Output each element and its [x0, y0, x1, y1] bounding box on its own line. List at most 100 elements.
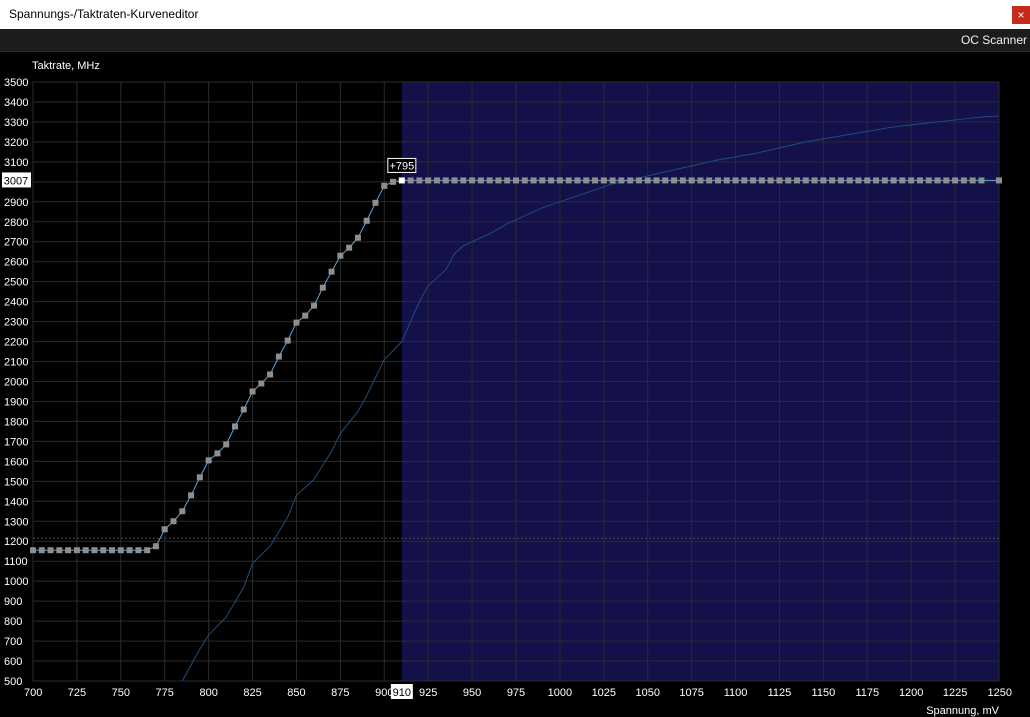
curve-point[interactable]	[600, 177, 607, 184]
curve-point[interactable]	[126, 547, 133, 554]
curve-point[interactable]	[381, 182, 388, 189]
curve-point[interactable]	[592, 177, 599, 184]
curve-point[interactable]	[829, 177, 836, 184]
curve-point[interactable]	[925, 177, 932, 184]
curve-point[interactable]	[495, 177, 502, 184]
curve-point[interactable]	[776, 177, 783, 184]
curve-point[interactable]	[319, 284, 326, 291]
curve-point[interactable]	[56, 547, 63, 554]
curve-point[interactable]	[390, 178, 397, 185]
curve-point[interactable]	[363, 217, 370, 224]
curve-point[interactable]	[960, 177, 967, 184]
curve-point[interactable]	[258, 380, 265, 387]
curve-point[interactable]	[65, 547, 72, 554]
curve-point[interactable]	[469, 177, 476, 184]
curve-point[interactable]	[30, 547, 36, 554]
curve-point[interactable]	[539, 177, 546, 184]
curve-point[interactable]	[354, 234, 361, 241]
close-button[interactable]: ×	[1012, 6, 1030, 24]
curve-point[interactable]	[109, 547, 116, 554]
curve-point[interactable]	[644, 177, 651, 184]
curve-point[interactable]	[302, 312, 309, 319]
curve-point[interactable]	[978, 177, 985, 184]
curve-point[interactable]	[785, 177, 792, 184]
curve-point[interactable]	[293, 319, 300, 326]
curve-point[interactable]	[635, 177, 642, 184]
curve-point[interactable]	[943, 177, 950, 184]
curve-point[interactable]	[170, 518, 177, 525]
curve-point[interactable]	[618, 177, 625, 184]
curve-point[interactable]	[530, 177, 537, 184]
curve-point[interactable]	[890, 177, 897, 184]
curve-point[interactable]	[275, 353, 282, 360]
curve-point[interactable]	[91, 547, 98, 554]
curve-point[interactable]	[706, 177, 713, 184]
curve-point[interactable]	[802, 177, 809, 184]
curve-point[interactable]	[152, 543, 159, 550]
curve-point[interactable]	[513, 177, 519, 184]
curve-point[interactable]	[442, 177, 449, 184]
curve-point[interactable]	[723, 177, 730, 184]
curve-point[interactable]	[837, 177, 844, 184]
curve-point[interactable]	[714, 177, 721, 184]
curve-point[interactable]	[609, 177, 616, 184]
curve-point[interactable]	[73, 547, 80, 554]
curve-point[interactable]	[328, 268, 335, 275]
curve-point[interactable]	[732, 177, 739, 184]
curve-point[interactable]	[741, 177, 748, 184]
curve-point[interactable]	[249, 388, 256, 395]
curve-point[interactable]	[855, 177, 862, 184]
curve-point[interactable]	[240, 406, 247, 413]
curve-point[interactable]	[416, 177, 423, 184]
curve-point[interactable]	[82, 547, 89, 554]
curve-point[interactable]	[486, 177, 493, 184]
curve-point[interactable]	[574, 177, 581, 184]
curve-point[interactable]	[969, 177, 976, 184]
curve-point[interactable]	[267, 371, 274, 378]
curve-point[interactable]	[231, 423, 238, 430]
selected-curve-point[interactable]	[398, 177, 405, 184]
curve-point[interactable]	[311, 302, 318, 309]
curve-point[interactable]	[679, 177, 686, 184]
curve-point[interactable]	[916, 177, 923, 184]
curve-point[interactable]	[460, 177, 467, 184]
curve-point[interactable]	[820, 177, 827, 184]
curve-point[interactable]	[205, 457, 212, 464]
curve-point[interactable]	[556, 177, 563, 184]
curve-point[interactable]	[284, 337, 291, 344]
curve-point[interactable]	[952, 177, 959, 184]
curve-point[interactable]	[627, 177, 634, 184]
oc-scanner-button[interactable]: OC Scanner	[961, 33, 1027, 47]
curve-point[interactable]	[47, 547, 54, 554]
curve-point[interactable]	[117, 547, 124, 554]
curve-point[interactable]	[653, 177, 660, 184]
curve-point[interactable]	[750, 177, 757, 184]
curve-point[interactable]	[908, 177, 915, 184]
curve-point[interactable]	[864, 177, 871, 184]
curve-point[interactable]	[565, 177, 572, 184]
curve-point[interactable]	[846, 177, 853, 184]
curve-point[interactable]	[881, 177, 888, 184]
curve-point[interactable]	[767, 177, 774, 184]
curve-point[interactable]	[521, 177, 528, 184]
curve-point[interactable]	[188, 492, 195, 499]
curve-point[interactable]	[407, 177, 414, 184]
voltage-frequency-curve-chart[interactable]: Taktrate, MHz Spannung, mV 500 600 700 800 9…	[0, 52, 1030, 717]
curve-point[interactable]	[697, 177, 704, 184]
curve-point[interactable]	[372, 199, 379, 206]
curve-point[interactable]	[214, 450, 221, 457]
curve-point[interactable]	[671, 177, 678, 184]
curve-point[interactable]	[451, 177, 458, 184]
curve-point[interactable]	[794, 177, 801, 184]
curve-point[interactable]	[161, 526, 168, 533]
curve-point[interactable]	[425, 177, 432, 184]
curve-point[interactable]	[662, 177, 669, 184]
curve-point[interactable]	[135, 547, 142, 554]
curve-point[interactable]	[433, 177, 440, 184]
curve-point[interactable]	[688, 177, 695, 184]
curve-point[interactable]	[337, 252, 344, 259]
curve-point[interactable]	[196, 474, 203, 481]
curve-point[interactable]	[223, 441, 230, 448]
curve-point[interactable]	[144, 547, 151, 554]
curve-point[interactable]	[346, 244, 353, 251]
